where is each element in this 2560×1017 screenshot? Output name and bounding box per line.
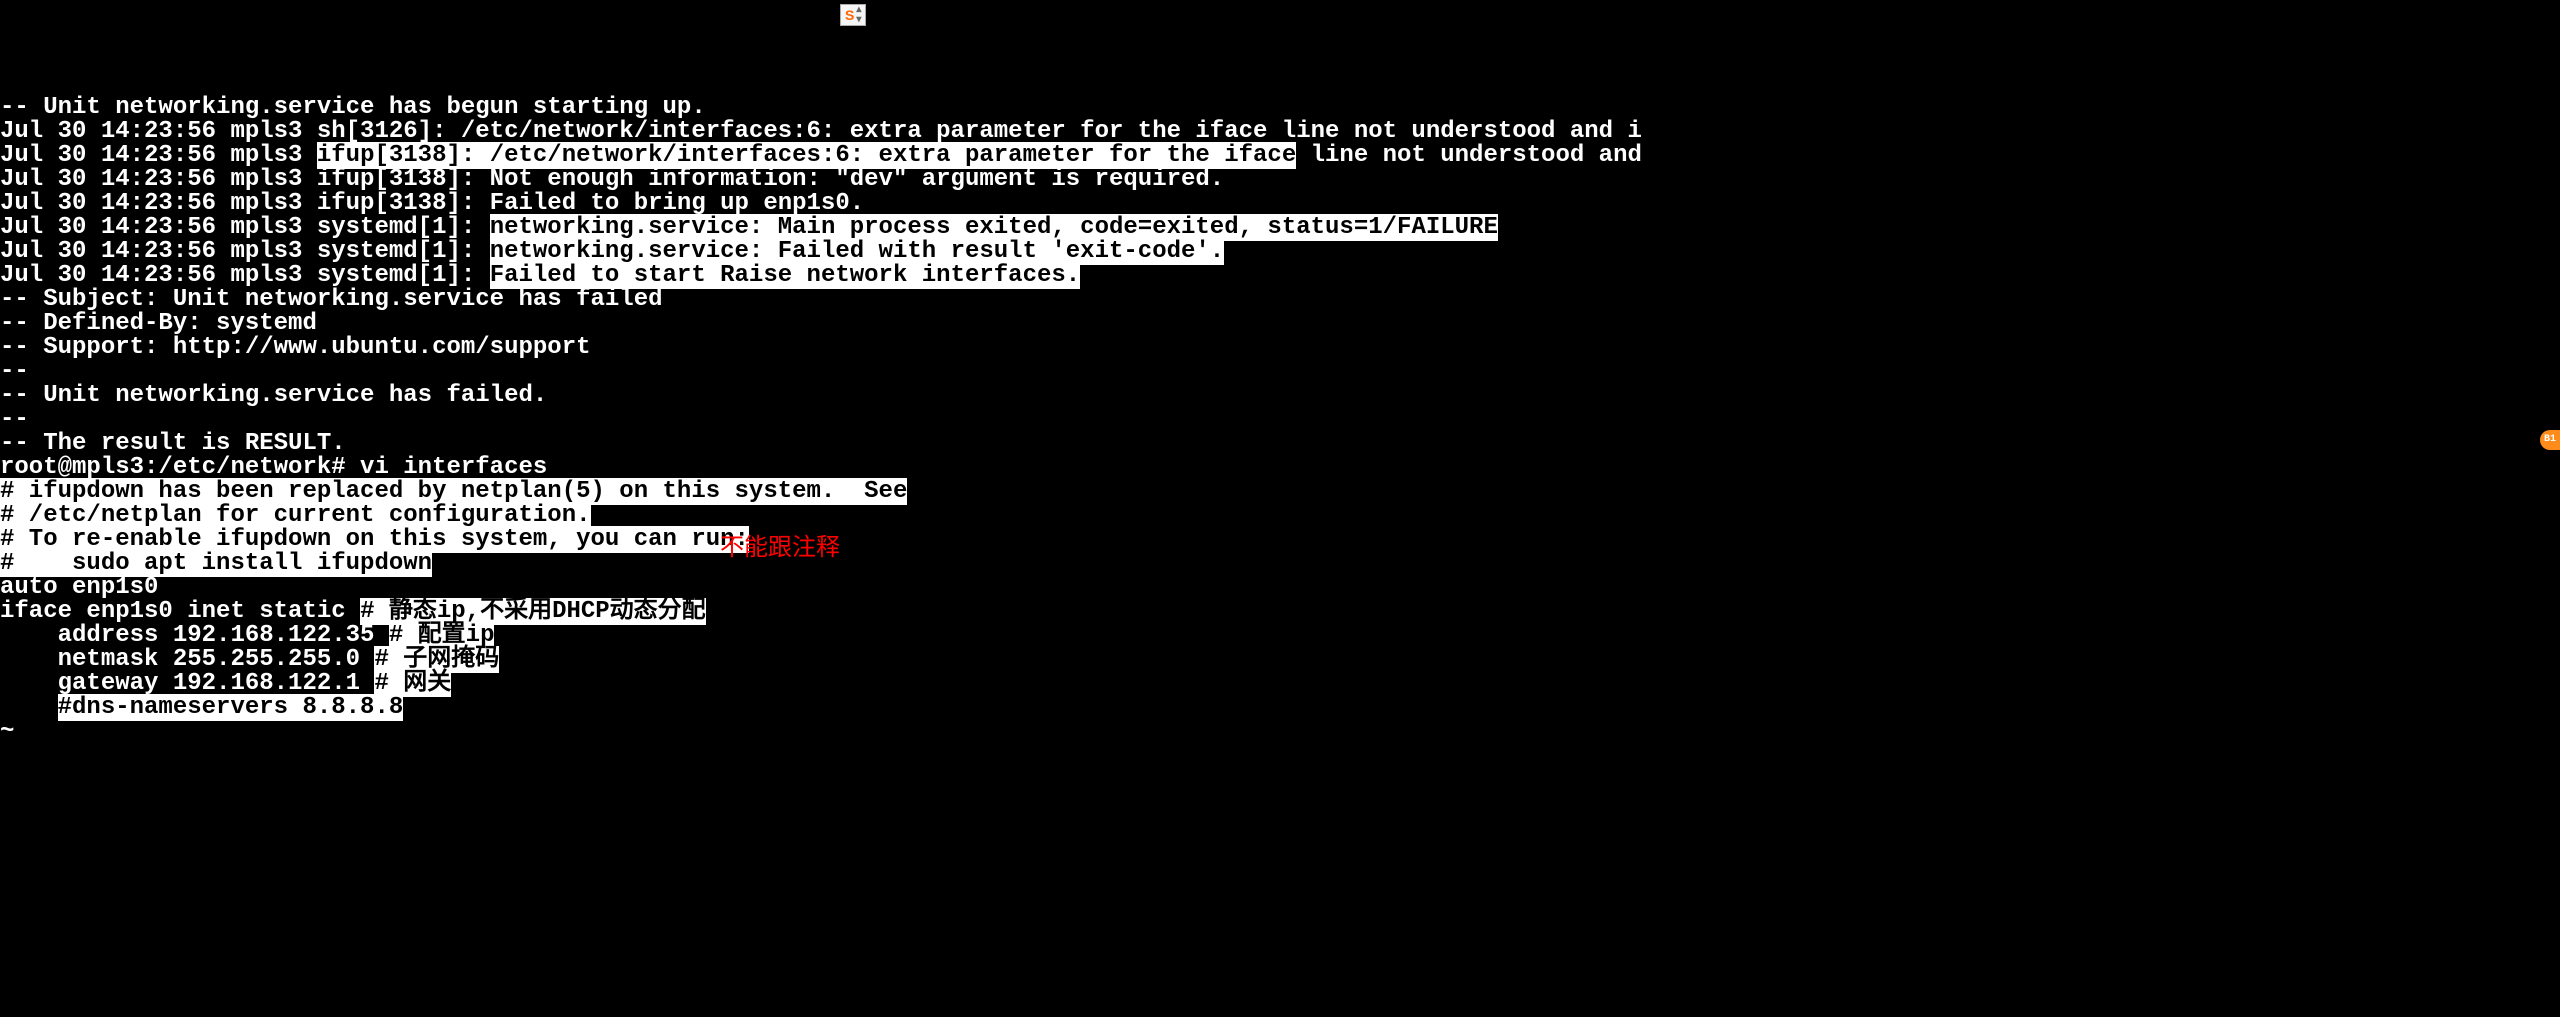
terminal-text: Jul 30 14:23:56 mpls3 xyxy=(0,142,317,169)
terminal-text: -- Support: http://www.ubuntu.com/suppor… xyxy=(0,334,591,361)
terminal-text: iface enp1s0 inet static xyxy=(0,598,360,625)
highlighted-text: # 网关 xyxy=(374,670,451,697)
highlighted-text: networking.service: Main process exited,… xyxy=(490,214,1498,241)
terminal-line: # ifupdown has been replaced by netplan(… xyxy=(0,480,2560,504)
terminal-line: -- Unit networking.service has begun sta… xyxy=(0,96,2560,120)
highlighted-text: networking.service: Failed with result '… xyxy=(490,238,1225,265)
terminal-text: -- Subject: Unit networking.service has … xyxy=(0,286,663,313)
side-badge-icon[interactable]: B1 xyxy=(2540,430,2560,450)
highlighted-text: # 子网掩码 xyxy=(374,646,499,673)
highlighted-text: # 静态ip,不采用DHCP动态分配 xyxy=(360,598,706,625)
terminal-line: -- Defined-By: systemd xyxy=(0,312,2560,336)
terminal-text: Jul 30 14:23:56 mpls3 systemd[1]: xyxy=(0,214,490,241)
highlighted-text: # sudo apt install ifupdown xyxy=(0,550,432,577)
highlighted-text: #dns-nameservers 8.8.8.8 xyxy=(58,694,404,721)
highlighted-text: ifup[3138]: /etc/network/interfaces:6: e… xyxy=(317,142,1296,169)
terminal-line: root@mpls3:/etc/network# vi interfaces xyxy=(0,456,2560,480)
terminal-line: # sudo apt install ifupdown xyxy=(0,552,2560,576)
terminal-text: -- Unit networking.service has failed. xyxy=(0,382,547,409)
terminal-line: # /etc/netplan for current configuration… xyxy=(0,504,2560,528)
terminal-text: Jul 30 14:23:56 mpls3 ifup[3138]: Not en… xyxy=(0,166,1224,193)
ime-arrows-icon: ▴▾ xyxy=(856,5,861,25)
terminal-text: ~ xyxy=(0,718,14,745)
terminal-line: -- xyxy=(0,408,2560,432)
terminal-text: line not understood and xyxy=(1296,142,1642,169)
terminal-line: ~ xyxy=(0,720,2560,744)
ime-indicator[interactable]: S ▴▾ xyxy=(840,4,866,26)
terminal-line: Jul 30 14:23:56 mpls3 sh[3126]: /etc/net… xyxy=(0,120,2560,144)
terminal-line: netmask 255.255.255.0 # 子网掩码 xyxy=(0,648,2560,672)
terminal-line: -- Subject: Unit networking.service has … xyxy=(0,288,2560,312)
terminal-line: Jul 30 14:23:56 mpls3 ifup[3138]: /etc/n… xyxy=(0,144,2560,168)
terminal-text: -- xyxy=(0,358,29,385)
terminal-text: gateway 192.168.122.1 xyxy=(0,670,374,697)
terminal-line: -- Support: http://www.ubuntu.com/suppor… xyxy=(0,336,2560,360)
terminal-text xyxy=(0,694,58,721)
terminal-line: -- Unit networking.service has failed. xyxy=(0,384,2560,408)
terminal-text: -- xyxy=(0,406,29,433)
terminal-line: -- xyxy=(0,360,2560,384)
terminal-line: # To re-enable ifupdown on this system, … xyxy=(0,528,2560,552)
terminal-line: Jul 30 14:23:56 mpls3 systemd[1]: Failed… xyxy=(0,264,2560,288)
terminal-text: Jul 30 14:23:56 mpls3 sh[3126]: /etc/net… xyxy=(0,118,1642,145)
terminal-text: -- The result is RESULT. xyxy=(0,430,346,457)
terminal-line: Jul 30 14:23:56 mpls3 systemd[1]: networ… xyxy=(0,240,2560,264)
terminal-text: root@mpls3:/etc/network# vi interfaces xyxy=(0,454,547,481)
terminal-line: #dns-nameservers 8.8.8.8 xyxy=(0,696,2560,720)
terminal-line: address 192.168.122.35 # 配置ip xyxy=(0,624,2560,648)
highlighted-text: # 配置ip xyxy=(389,622,495,649)
terminal-line: -- The result is RESULT. xyxy=(0,432,2560,456)
terminal-text: -- Unit networking.service has begun sta… xyxy=(0,94,706,121)
terminal-line: Jul 30 14:23:56 mpls3 systemd[1]: networ… xyxy=(0,216,2560,240)
terminal-line: Jul 30 14:23:56 mpls3 ifup[3138]: Failed… xyxy=(0,192,2560,216)
highlighted-text: # ifupdown has been replaced by netplan(… xyxy=(0,478,907,505)
terminal-text: address 192.168.122.35 xyxy=(0,622,389,649)
terminal-text: netmask 255.255.255.0 xyxy=(0,646,374,673)
ime-label: S xyxy=(845,8,854,22)
terminal-text: -- Defined-By: systemd xyxy=(0,310,317,337)
terminal-line: Jul 30 14:23:56 mpls3 ifup[3138]: Not en… xyxy=(0,168,2560,192)
terminal-line: iface enp1s0 inet static # 静态ip,不采用DHCP动… xyxy=(0,600,2560,624)
terminal-text: Jul 30 14:23:56 mpls3 ifup[3138]: Failed… xyxy=(0,190,864,217)
terminal-text: Jul 30 14:23:56 mpls3 systemd[1]: xyxy=(0,238,490,265)
terminal-text: auto enp1s0 xyxy=(0,574,158,601)
highlighted-text: # /etc/netplan for current configuration… xyxy=(0,502,591,529)
terminal-line: auto enp1s0 xyxy=(0,576,2560,600)
annotation-comment-warning: 不能跟注释 xyxy=(720,538,840,562)
highlighted-text: # To re-enable ifupdown on this system, … xyxy=(0,526,749,553)
terminal-line: gateway 192.168.122.1 # 网关 xyxy=(0,672,2560,696)
terminal-output[interactable]: -- Unit networking.service has begun sta… xyxy=(0,96,2560,744)
terminal-text: Jul 30 14:23:56 mpls3 systemd[1]: xyxy=(0,262,490,289)
highlighted-text: Failed to start Raise network interfaces… xyxy=(490,262,1081,289)
